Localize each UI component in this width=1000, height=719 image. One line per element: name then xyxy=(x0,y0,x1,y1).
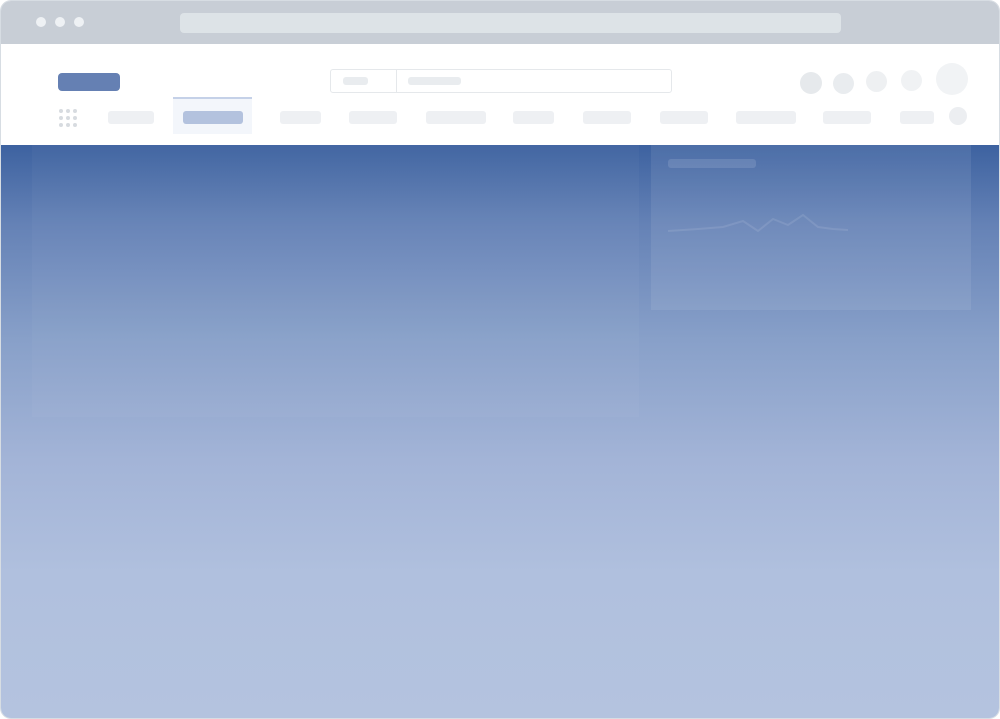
browser-chrome xyxy=(1,1,999,44)
nav-item-7[interactable] xyxy=(583,111,631,124)
nav-more-icon[interactable] xyxy=(949,107,967,125)
content-panel-right xyxy=(651,145,971,310)
panel-title-placeholder xyxy=(668,159,756,168)
nav-item-1[interactable] xyxy=(108,111,154,124)
nav-item-11[interactable] xyxy=(900,111,934,124)
sparkline-graphic xyxy=(668,213,848,233)
browser-window xyxy=(1,1,999,718)
messages-icon[interactable] xyxy=(901,70,922,91)
settings-icon[interactable] xyxy=(866,71,887,92)
logo[interactable] xyxy=(58,73,120,91)
notification-icon[interactable] xyxy=(800,72,822,94)
help-icon[interactable] xyxy=(833,73,854,94)
address-bar[interactable] xyxy=(180,13,841,33)
window-minimize-button[interactable] xyxy=(55,17,65,27)
avatar[interactable] xyxy=(936,63,968,95)
search-bar[interactable] xyxy=(330,69,672,93)
nav-item-6[interactable] xyxy=(513,111,554,124)
nav-item-3[interactable] xyxy=(280,111,321,124)
window-close-button[interactable] xyxy=(36,17,46,27)
app-launcher-icon[interactable] xyxy=(59,109,79,129)
nav-item-8[interactable] xyxy=(660,111,708,124)
window-maximize-button[interactable] xyxy=(74,17,84,27)
hero-area xyxy=(1,145,999,718)
search-scope-dropdown[interactable] xyxy=(331,70,397,92)
content-panel-left xyxy=(32,145,639,417)
nav-item-10[interactable] xyxy=(823,111,871,124)
search-scope-value xyxy=(343,77,368,85)
nav-item-4[interactable] xyxy=(349,111,397,124)
nav-item-9[interactable] xyxy=(736,111,796,124)
search-placeholder xyxy=(408,77,461,85)
nav-item-5[interactable] xyxy=(426,111,486,124)
app-header xyxy=(1,44,999,145)
nav-item-2[interactable] xyxy=(183,111,243,124)
